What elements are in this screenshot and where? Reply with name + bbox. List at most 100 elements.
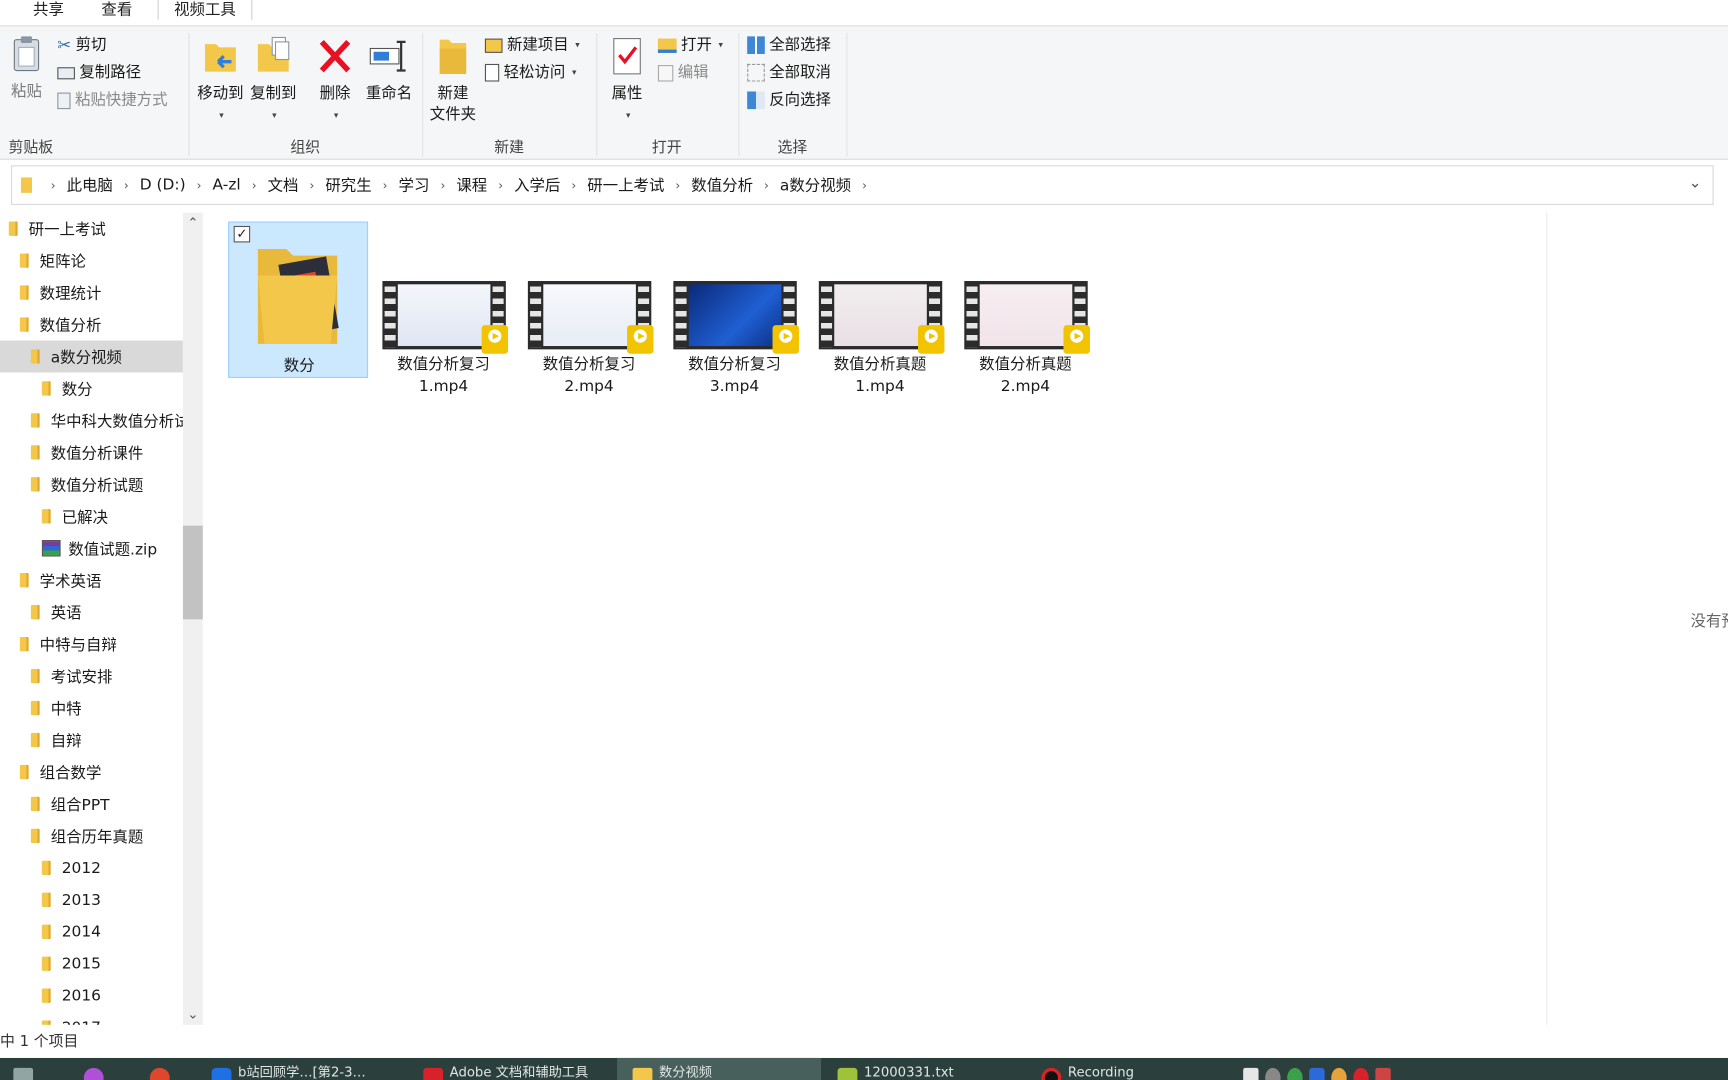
cut-button[interactable]: ✂ 剪切 [57, 33, 106, 57]
chevron-right-icon[interactable]: › [672, 178, 683, 192]
tab-view[interactable]: 查看 [101, 0, 132, 20]
nav-item[interactable]: 2017 [0, 1012, 183, 1025]
breadcrumb-item[interactable]: A-zl [205, 176, 249, 194]
taskbar-app-explorer[interactable]: 数分视频 [617, 1057, 822, 1080]
chevron-right-icon[interactable]: › [568, 178, 579, 192]
scroll-down-icon[interactable]: ⌄ [183, 1004, 203, 1024]
nav-item-label: 数理统计 [39, 284, 102, 303]
select-all-icon [747, 36, 765, 55]
breadcrumb-item[interactable]: 课程 [449, 174, 495, 196]
nav-item[interactable]: 中特 [0, 692, 183, 724]
invert-selection-button[interactable]: 反向选择 [747, 88, 831, 112]
nav-item[interactable]: 英语 [0, 596, 183, 628]
nav-item[interactable]: 自辩 [0, 724, 183, 756]
taskbar-app[interactable] [149, 1058, 194, 1080]
nav-item[interactable]: 组合历年真题 [0, 820, 183, 852]
chevron-right-icon[interactable]: › [248, 178, 259, 192]
taskbar-app[interactable] [83, 1058, 128, 1080]
chevron-right-icon[interactable]: › [47, 178, 58, 192]
scroll-up-icon[interactable]: ⌃ [183, 213, 203, 233]
edit-button[interactable]: 编辑 [657, 61, 709, 85]
taskbar-app[interactable]: b站回顾学…[第2-3… [211, 1058, 405, 1080]
video-file-item[interactable]: 数值分析复习 2.mp4 [519, 222, 659, 396]
copy-path-button[interactable]: 复制路径 [57, 61, 141, 85]
nav-scrollbar[interactable]: ⌃ ⌄ [182, 212, 203, 1025]
select-all-button[interactable]: 全部选择 [747, 33, 831, 57]
nav-item[interactable]: 数分 [0, 372, 183, 404]
breadcrumb-item[interactable]: 学习 [391, 174, 437, 196]
video-file-item[interactable]: 数值分析复习 3.mp4 [665, 222, 805, 396]
new-folder-button[interactable]: 新建 文件夹 [428, 35, 479, 125]
paste-button[interactable]: 粘贴 [7, 35, 47, 102]
copy-to-button[interactable]: 复制到 ▾ [248, 35, 299, 125]
checkbox[interactable]: ✓ [233, 225, 251, 243]
system-tray[interactable] [1243, 1058, 1717, 1080]
folder-item[interactable]: ✓ 数分 [228, 221, 369, 379]
nav-item[interactable]: 数值分析课件 [0, 436, 183, 468]
move-to-button[interactable]: 移动到 ▾ [195, 35, 246, 125]
nav-item[interactable]: 学术英语 [0, 564, 183, 596]
open-button[interactable]: 打开 ▾ [657, 33, 723, 57]
chevron-down-icon[interactable]: ⌄ [1689, 174, 1702, 192]
chevron-right-icon[interactable]: › [495, 178, 506, 192]
breadcrumb-item[interactable]: 此电脑 [59, 174, 121, 196]
properties-button[interactable]: 属性 ▾ [604, 35, 650, 125]
breadcrumb-item[interactable]: 文档 [260, 174, 306, 196]
paste-shortcut-button[interactable]: 粘贴快捷方式 [57, 88, 168, 112]
chevron-right-icon[interactable]: › [193, 178, 204, 192]
new-item-button[interactable]: 新建项目 ▾ [484, 33, 580, 57]
nav-item[interactable]: 考试安排 [0, 660, 183, 692]
delete-button[interactable]: 删除 ▾ [313, 35, 357, 125]
breadcrumb-item[interactable]: 入学后 [506, 174, 568, 196]
nav-item[interactable]: 已解决 [0, 500, 183, 532]
nav-item[interactable]: 组合PPT [0, 788, 183, 820]
select-none-label: 全部取消 [769, 63, 831, 82]
breadcrumb-item[interactable]: a数分视频 [772, 174, 859, 196]
group-divider [846, 33, 848, 157]
nav-item[interactable]: 数值分析 [0, 309, 183, 341]
start-button[interactable] [13, 1058, 46, 1080]
file-name-line: 1.mp4 [855, 378, 905, 396]
breadcrumb-item[interactable]: 数值分析 [684, 174, 761, 196]
chevron-right-icon[interactable]: › [761, 178, 772, 192]
nav-item[interactable]: a数分视频 [0, 340, 183, 373]
folder-icon [41, 860, 51, 876]
video-file-item[interactable]: 数值分析真题 1.mp4 [810, 222, 950, 396]
breadcrumb-item[interactable]: D (D:) [132, 176, 193, 194]
nav-item[interactable]: 华中科大数值分析试 [0, 404, 183, 436]
nav-item[interactable]: 矩阵论 [0, 245, 183, 277]
nav-item[interactable]: 数理统计 [0, 277, 183, 309]
nav-item[interactable]: 2014 [0, 916, 183, 948]
tab-video-tools[interactable]: 视频工具 [157, 0, 253, 20]
nav-item[interactable]: 中特与自辩 [0, 628, 183, 660]
nav-item[interactable]: 研一上考试 [0, 213, 183, 245]
nav-item[interactable]: 2013 [0, 884, 183, 916]
easy-access-button[interactable]: 轻松访问 ▾ [484, 61, 576, 85]
nav-item[interactable]: 数值试题.zip [0, 532, 183, 564]
properties-check-icon [611, 35, 644, 77]
nav-item[interactable]: 组合数学 [0, 756, 183, 788]
video-file-item[interactable]: 数值分析真题 2.mp4 [955, 222, 1095, 396]
folder-icon [30, 700, 40, 716]
video-file-item[interactable]: 数值分析复习 1.mp4 [374, 222, 514, 396]
chevron-right-icon[interactable]: › [859, 178, 870, 192]
nav-item[interactable]: 2012 [0, 852, 183, 884]
nav-item[interactable]: 数值分析试题 [0, 468, 183, 500]
chevron-right-icon[interactable]: › [121, 178, 132, 192]
nav-item[interactable]: 2015 [0, 948, 183, 980]
chevron-down-icon: ▾ [333, 110, 339, 121]
nav-item[interactable]: 2016 [0, 980, 183, 1012]
taskbar-app[interactable]: Recording [1041, 1058, 1162, 1080]
chevron-right-icon[interactable]: › [437, 178, 448, 192]
chevron-right-icon[interactable]: › [379, 178, 390, 192]
breadcrumb-item[interactable]: 研一上考试 [580, 174, 673, 196]
scrollbar-thumb[interactable] [182, 525, 203, 620]
chevron-right-icon[interactable]: › [306, 178, 317, 192]
address-bar[interactable]: › 此电脑 › D (D:) › A-zl › 文档 › 研究生 › 学习 › 课程 › 入学后 › 研一上考试 ›… [11, 165, 1714, 205]
tab-share[interactable]: 共享 [33, 0, 64, 20]
breadcrumb-item[interactable]: 研究生 [318, 174, 380, 196]
taskbar-app[interactable]: 12000331.txt [829, 1058, 1022, 1080]
taskbar-app[interactable]: Adobe 文档和辅助工具 [423, 1058, 610, 1080]
select-none-button[interactable]: 全部取消 [747, 61, 831, 85]
rename-button[interactable]: 重命名 [364, 35, 415, 104]
